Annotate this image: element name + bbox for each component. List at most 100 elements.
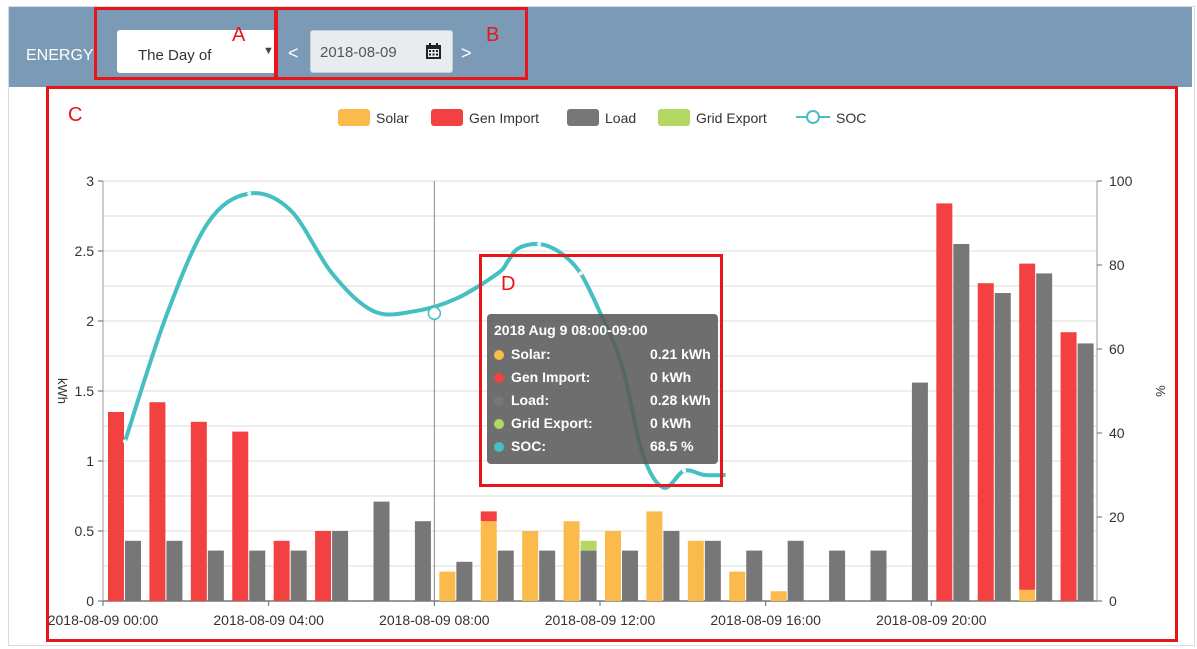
annotation-label-a: A bbox=[232, 24, 246, 46]
x-tick-label: 2018-08-09 04:00 bbox=[213, 612, 324, 628]
soc-point bbox=[578, 271, 583, 276]
solar-bar bbox=[522, 531, 539, 601]
load-bar bbox=[622, 550, 638, 601]
gen-import-bar bbox=[480, 511, 497, 522]
legend-label: Load bbox=[605, 110, 636, 126]
y-tick-label: 0 bbox=[86, 593, 94, 609]
gen-import-bar bbox=[232, 431, 249, 601]
load-bar bbox=[249, 550, 266, 601]
gen-import-dot-icon bbox=[494, 373, 504, 383]
load-bar bbox=[290, 550, 307, 601]
x-tick-label: 2018-08-09 20:00 bbox=[876, 612, 987, 628]
load-bar bbox=[456, 561, 473, 601]
legend-swatch bbox=[431, 109, 463, 126]
annotation-label-c: C bbox=[68, 104, 83, 126]
load-bar bbox=[953, 244, 970, 601]
annotation-label-b: B bbox=[486, 24, 500, 46]
y-tick-label: 1 bbox=[86, 453, 94, 469]
tooltip-label: Grid Export: bbox=[511, 415, 593, 431]
load-bar bbox=[994, 293, 1011, 601]
solar-bar bbox=[1019, 589, 1036, 601]
y2-axis-title: % bbox=[1153, 385, 1168, 397]
y2-tick-label: 40 bbox=[1109, 425, 1125, 441]
load-bar bbox=[373, 501, 390, 601]
legend-swatch bbox=[658, 109, 690, 126]
chart-tooltip: 2018 Aug 9 08:00-09:00 Solar: 0.21 kWh G… bbox=[487, 314, 718, 464]
tooltip-value: 68.5 % bbox=[650, 438, 694, 454]
tooltip-row-soc: SOC: 68.5 % bbox=[494, 437, 714, 457]
load-bar bbox=[704, 540, 721, 601]
load-bar bbox=[125, 540, 141, 601]
y-tick-label: 0.5 bbox=[75, 523, 95, 539]
load-dot-icon bbox=[494, 396, 504, 406]
x-tick-label: 2018-08-09 16:00 bbox=[710, 612, 821, 628]
y2-tick-label: 0 bbox=[1109, 593, 1117, 609]
load-bar bbox=[497, 550, 514, 601]
tooltip-row-load: Load: 0.28 kWh bbox=[494, 391, 714, 411]
solar-bar bbox=[729, 571, 746, 601]
tooltip-row-gen-import: Gen Import: 0 kWh bbox=[494, 368, 714, 388]
solar-bar bbox=[687, 540, 704, 601]
load-bar bbox=[746, 550, 763, 601]
load-bar bbox=[829, 550, 846, 601]
legend-swatch bbox=[567, 109, 599, 126]
solar-bar bbox=[563, 521, 580, 601]
y-tick-label: 2.5 bbox=[75, 243, 95, 259]
load-bar bbox=[539, 550, 556, 601]
x-tick-label: 2018-08-09 08:00 bbox=[379, 612, 490, 628]
legend-swatch bbox=[338, 109, 370, 126]
tooltip-value: 0 kWh bbox=[650, 369, 692, 385]
y-axis-title: kWh bbox=[55, 378, 70, 404]
load-bar bbox=[870, 550, 887, 601]
soc-point bbox=[682, 468, 687, 473]
load-bar bbox=[207, 550, 224, 601]
tooltip-value: 0.21 kWh bbox=[650, 346, 711, 362]
soc-point bbox=[247, 191, 252, 196]
tooltip-row-solar: Solar: 0.21 kWh bbox=[494, 345, 714, 365]
y-tick-label: 1.5 bbox=[75, 383, 95, 399]
gen-import-bar bbox=[936, 203, 953, 601]
legend-label: Solar bbox=[376, 110, 409, 126]
soc-point bbox=[123, 439, 127, 444]
gen-import-bar bbox=[1019, 263, 1036, 590]
gen-import-bar bbox=[108, 412, 124, 601]
load-bar bbox=[332, 531, 349, 601]
soc-highlight-point bbox=[427, 306, 442, 321]
gen-import-bar bbox=[273, 540, 290, 601]
tooltip-label: Gen Import: bbox=[511, 369, 591, 385]
y-tick-label: 2 bbox=[86, 313, 94, 329]
x-tick-label: 2018-08-09 00:00 bbox=[48, 612, 159, 628]
legend-label: Gen Import bbox=[469, 110, 539, 126]
load-bar bbox=[787, 540, 804, 601]
soc-point bbox=[537, 242, 542, 246]
solar-dot-icon bbox=[494, 350, 504, 360]
gen-import-bar bbox=[190, 421, 207, 601]
gen-import-bar bbox=[315, 531, 332, 601]
solar-bar bbox=[605, 531, 621, 601]
tooltip-title: 2018 Aug 9 08:00-09:00 bbox=[494, 322, 648, 338]
legend-label: SOC bbox=[836, 110, 866, 126]
annotation-label-d: D bbox=[501, 273, 516, 295]
solar-bar bbox=[646, 511, 663, 601]
tooltip-value: 0 kWh bbox=[650, 415, 692, 431]
load-bar bbox=[580, 550, 597, 601]
load-bar bbox=[166, 540, 183, 601]
load-bar bbox=[414, 521, 431, 601]
solar-bar bbox=[439, 571, 456, 601]
grid-export-dot-icon bbox=[494, 419, 504, 429]
y2-tick-label: 20 bbox=[1109, 509, 1125, 525]
grid-export-bar bbox=[580, 540, 597, 551]
gen-import-bar bbox=[977, 283, 994, 601]
legend-soc-marker bbox=[806, 110, 820, 124]
tooltip-label: Solar: bbox=[511, 346, 551, 362]
tooltip-label: SOC: bbox=[511, 438, 546, 454]
load-bar bbox=[1036, 273, 1053, 601]
gen-import-bar bbox=[1060, 332, 1077, 601]
gen-import-bar bbox=[149, 402, 166, 601]
y2-tick-label: 80 bbox=[1109, 257, 1125, 273]
tooltip-value: 0.28 kWh bbox=[650, 392, 711, 408]
y2-tick-label: 100 bbox=[1109, 173, 1133, 189]
solar-bar bbox=[770, 591, 787, 601]
load-bar bbox=[1077, 343, 1094, 601]
y2-tick-label: 60 bbox=[1109, 341, 1125, 357]
